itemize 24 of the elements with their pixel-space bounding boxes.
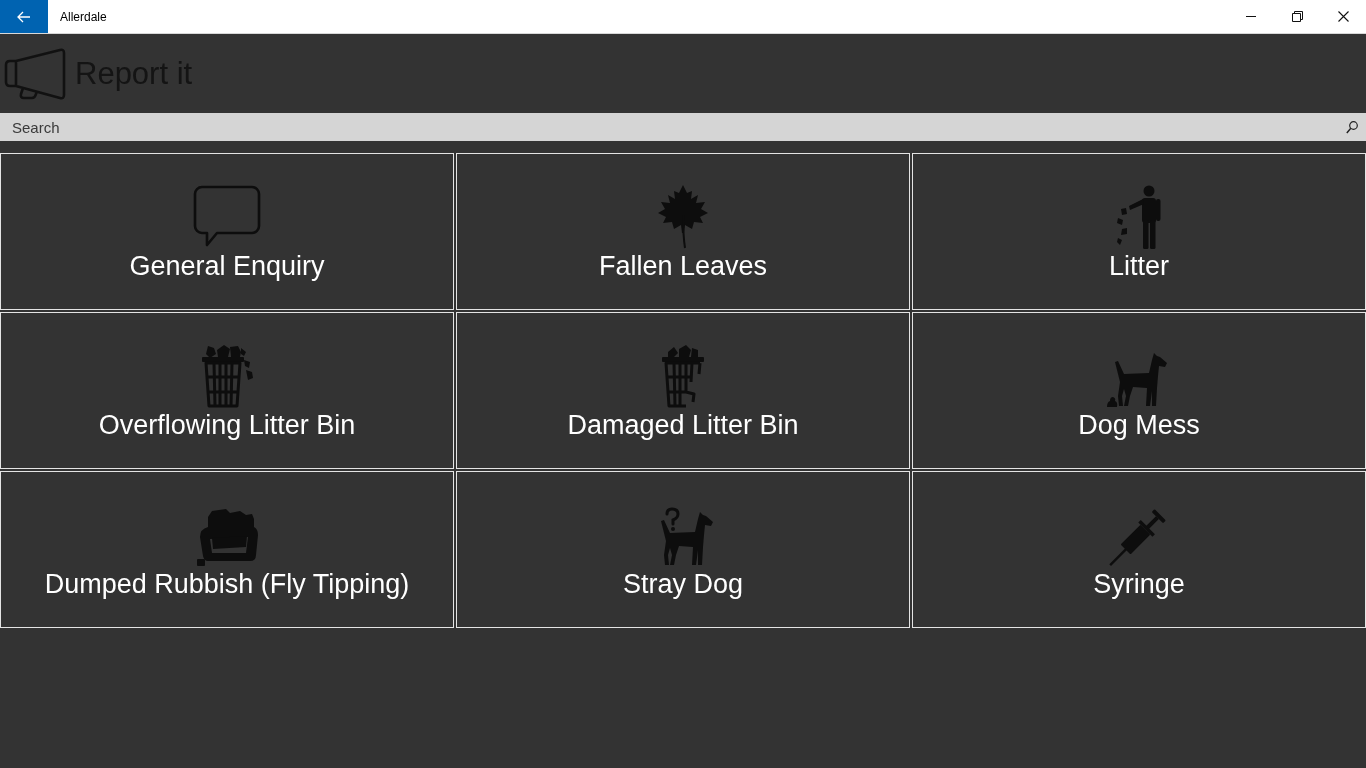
megaphone-icon: [3, 47, 67, 100]
search-field[interactable]: Search: [0, 113, 1366, 141]
damaged-bin-icon: [660, 344, 706, 408]
person-littering-icon: [1117, 185, 1161, 249]
armchair-icon: [196, 509, 258, 567]
restore-icon: [1291, 11, 1303, 22]
category-tile[interactable]: Dog Mess: [912, 312, 1366, 469]
category-tile[interactable]: Overflowing Litter Bin: [0, 312, 454, 469]
minimize-icon: [1246, 16, 1256, 17]
speech-bubble-icon: [193, 185, 261, 249]
category-tile[interactable]: Stray Dog: [456, 471, 910, 628]
overflowing-bin-icon: [200, 344, 254, 408]
window-title: Allerdale: [60, 9, 107, 24]
close-icon: [1337, 11, 1349, 22]
category-tile[interactable]: Syringe: [912, 471, 1366, 628]
back-button[interactable]: [0, 0, 48, 33]
search-icon: [1346, 120, 1358, 134]
category-tile[interactable]: Dumped Rubbish (Fly Tipping): [0, 471, 454, 628]
category-tile[interactable]: General Enquiry: [0, 153, 454, 310]
back-arrow-icon: [17, 10, 31, 23]
category-tile[interactable]: Fallen Leaves: [456, 153, 910, 310]
category-tile[interactable]: Litter: [912, 153, 1366, 310]
category-tile[interactable]: Damaged Litter Bin: [456, 312, 910, 469]
leaf-icon: [658, 185, 708, 249]
